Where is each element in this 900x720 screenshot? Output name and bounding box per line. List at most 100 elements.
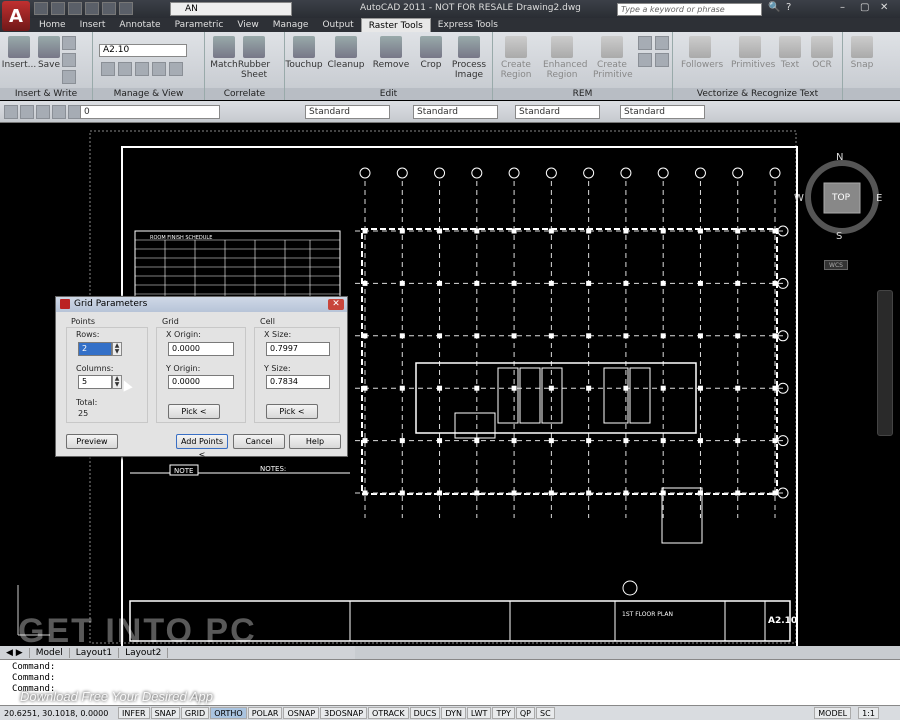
model-space-toggle[interactable]: MODEL bbox=[814, 707, 852, 719]
table-style-combo[interactable]: Standard bbox=[515, 105, 600, 119]
compass-north[interactable]: N bbox=[836, 152, 843, 163]
redo-icon[interactable] bbox=[102, 2, 116, 15]
maximize-icon[interactable]: ▢ bbox=[860, 2, 869, 13]
tab-parametric[interactable]: Parametric bbox=[168, 18, 231, 32]
rubber-sheet-button[interactable]: Rubber Sheet bbox=[235, 36, 273, 80]
followers-button[interactable]: Followers bbox=[681, 36, 723, 70]
tool-icon[interactable] bbox=[655, 36, 669, 50]
wcs-menu[interactable]: WCS bbox=[824, 260, 848, 270]
tool-icon[interactable] bbox=[135, 62, 149, 76]
tool-icon[interactable] bbox=[638, 53, 652, 67]
bulb-icon[interactable] bbox=[20, 105, 34, 119]
status-toggle-sc[interactable]: SC bbox=[536, 707, 555, 719]
search-icon[interactable]: 🔍 bbox=[768, 2, 780, 13]
minimize-icon[interactable]: – bbox=[840, 2, 845, 13]
status-toggle-ducs[interactable]: DUCS bbox=[409, 707, 441, 719]
layer-icon[interactable] bbox=[4, 105, 18, 119]
cleanup-label: Cleanup bbox=[327, 60, 365, 70]
preview-button[interactable]: Preview bbox=[66, 434, 118, 449]
status-toggle-tpy[interactable]: TPY bbox=[492, 707, 515, 719]
undo-icon[interactable] bbox=[85, 2, 99, 15]
grid-pick-button[interactable]: Pick < bbox=[168, 404, 220, 419]
image-combo[interactable]: A2.10 bbox=[99, 44, 187, 57]
tool-icon[interactable] bbox=[152, 62, 166, 76]
primitives-button[interactable]: Primitives bbox=[731, 36, 775, 70]
tool-icon[interactable] bbox=[118, 62, 132, 76]
status-toggle-3dosnap[interactable]: 3DOSNAP bbox=[320, 707, 368, 719]
workspace-dropdown[interactable]: AN bbox=[170, 2, 292, 16]
layer-combo[interactable]: 0 bbox=[80, 105, 220, 119]
remove-button[interactable]: Remove bbox=[372, 36, 410, 70]
compass-south[interactable]: S bbox=[836, 231, 842, 242]
cell-pick-button[interactable]: Pick < bbox=[266, 404, 318, 419]
status-toggle-infer[interactable]: INFER bbox=[118, 707, 150, 719]
tab-express-tools[interactable]: Express Tools bbox=[431, 18, 505, 32]
status-toggle-polar[interactable]: POLAR bbox=[247, 707, 283, 719]
cleanup-button[interactable]: Cleanup bbox=[327, 36, 365, 70]
tool-icon[interactable] bbox=[655, 53, 669, 67]
help-button[interactable]: Help bbox=[289, 434, 341, 449]
tool-icon[interactable] bbox=[62, 36, 76, 50]
status-toggle-dyn[interactable]: DYN bbox=[441, 707, 466, 719]
structural-column bbox=[697, 333, 703, 339]
tool-icon[interactable] bbox=[169, 62, 183, 76]
touchup-button[interactable]: Touchup bbox=[285, 36, 323, 70]
lock-icon[interactable] bbox=[52, 105, 66, 119]
tab-insert[interactable]: Insert bbox=[73, 18, 113, 32]
annotation-scale[interactable]: 1:1 bbox=[858, 707, 879, 719]
viewcube-face-label[interactable]: TOP bbox=[832, 193, 850, 203]
rows-input[interactable]: 2 bbox=[78, 342, 112, 356]
status-toggle-ortho[interactable]: ORTHO bbox=[210, 707, 247, 719]
coordinates-readout[interactable]: 20.6251, 30.1018, 0.0000 bbox=[0, 709, 118, 718]
viewcube[interactable]: N S E W TOP WCS bbox=[794, 152, 884, 270]
columns-input[interactable]: 5 bbox=[78, 375, 112, 389]
create-region-button[interactable]: Create Region bbox=[497, 36, 535, 80]
crop-button[interactable]: Crop bbox=[412, 36, 450, 70]
tool-icon[interactable] bbox=[62, 53, 76, 67]
snap-button[interactable]: Snap bbox=[843, 36, 881, 70]
new-icon[interactable] bbox=[34, 2, 48, 15]
status-toggle-grid[interactable]: GRID bbox=[180, 707, 210, 719]
create-primitive-button[interactable]: Create Primitive bbox=[593, 36, 633, 80]
tab-home[interactable]: Home bbox=[32, 18, 73, 32]
process-image-button[interactable]: Process Image bbox=[450, 36, 488, 80]
compass-west[interactable]: W bbox=[794, 193, 804, 204]
x-origin-input[interactable]: 0.0000 bbox=[168, 342, 234, 356]
tab-output[interactable]: Output bbox=[315, 18, 360, 32]
x-size-input[interactable]: 0.7997 bbox=[266, 342, 330, 356]
open-icon[interactable] bbox=[51, 2, 65, 15]
tab-view[interactable]: View bbox=[230, 18, 265, 32]
y-origin-input[interactable]: 0.0000 bbox=[168, 375, 234, 389]
mleader-style-combo[interactable]: Standard bbox=[620, 105, 705, 119]
y-size-input[interactable]: 0.7834 bbox=[266, 375, 330, 389]
status-toggle-osnap[interactable]: OSNAP bbox=[283, 707, 320, 719]
horizontal-scrollbar[interactable] bbox=[355, 646, 900, 659]
enhanced-region-button[interactable]: Enhanced Region bbox=[543, 36, 588, 80]
tab-manage[interactable]: Manage bbox=[266, 18, 316, 32]
cancel-button[interactable]: Cancel bbox=[233, 434, 285, 449]
tab-raster-tools[interactable]: Raster Tools bbox=[360, 18, 431, 32]
plot-icon[interactable] bbox=[119, 2, 133, 15]
status-toggle-lwt[interactable]: LWT bbox=[466, 707, 492, 719]
search-input[interactable]: Type a keyword or phrase bbox=[617, 3, 762, 16]
close-icon[interactable]: ✕ bbox=[880, 2, 888, 13]
rows-spinner[interactable]: ▲ ▼ bbox=[112, 342, 122, 356]
dim-style-combo[interactable]: Standard bbox=[413, 105, 498, 119]
tool-icon[interactable] bbox=[638, 36, 652, 50]
ocr-button[interactable]: OCR bbox=[803, 36, 841, 70]
save-icon[interactable] bbox=[68, 2, 82, 15]
status-toggle-otrack[interactable]: OTRACK bbox=[368, 707, 409, 719]
help-icon[interactable]: ? bbox=[786, 2, 791, 13]
compass-east[interactable]: E bbox=[876, 193, 882, 204]
application-menu-button[interactable]: A bbox=[2, 1, 30, 31]
tool-icon[interactable] bbox=[101, 62, 115, 76]
sun-icon[interactable] bbox=[36, 105, 50, 119]
dialog-close-icon[interactable]: ✕ bbox=[328, 299, 344, 310]
tab-annotate[interactable]: Annotate bbox=[112, 18, 167, 32]
navigation-bar[interactable] bbox=[877, 290, 893, 436]
add-points-button[interactable]: Add Points < bbox=[176, 434, 228, 459]
status-toggle-qp[interactable]: QP bbox=[515, 707, 535, 719]
tool-icon[interactable] bbox=[62, 70, 76, 84]
status-toggle-snap[interactable]: SNAP bbox=[150, 707, 180, 719]
text-style-combo[interactable]: Standard bbox=[305, 105, 390, 119]
